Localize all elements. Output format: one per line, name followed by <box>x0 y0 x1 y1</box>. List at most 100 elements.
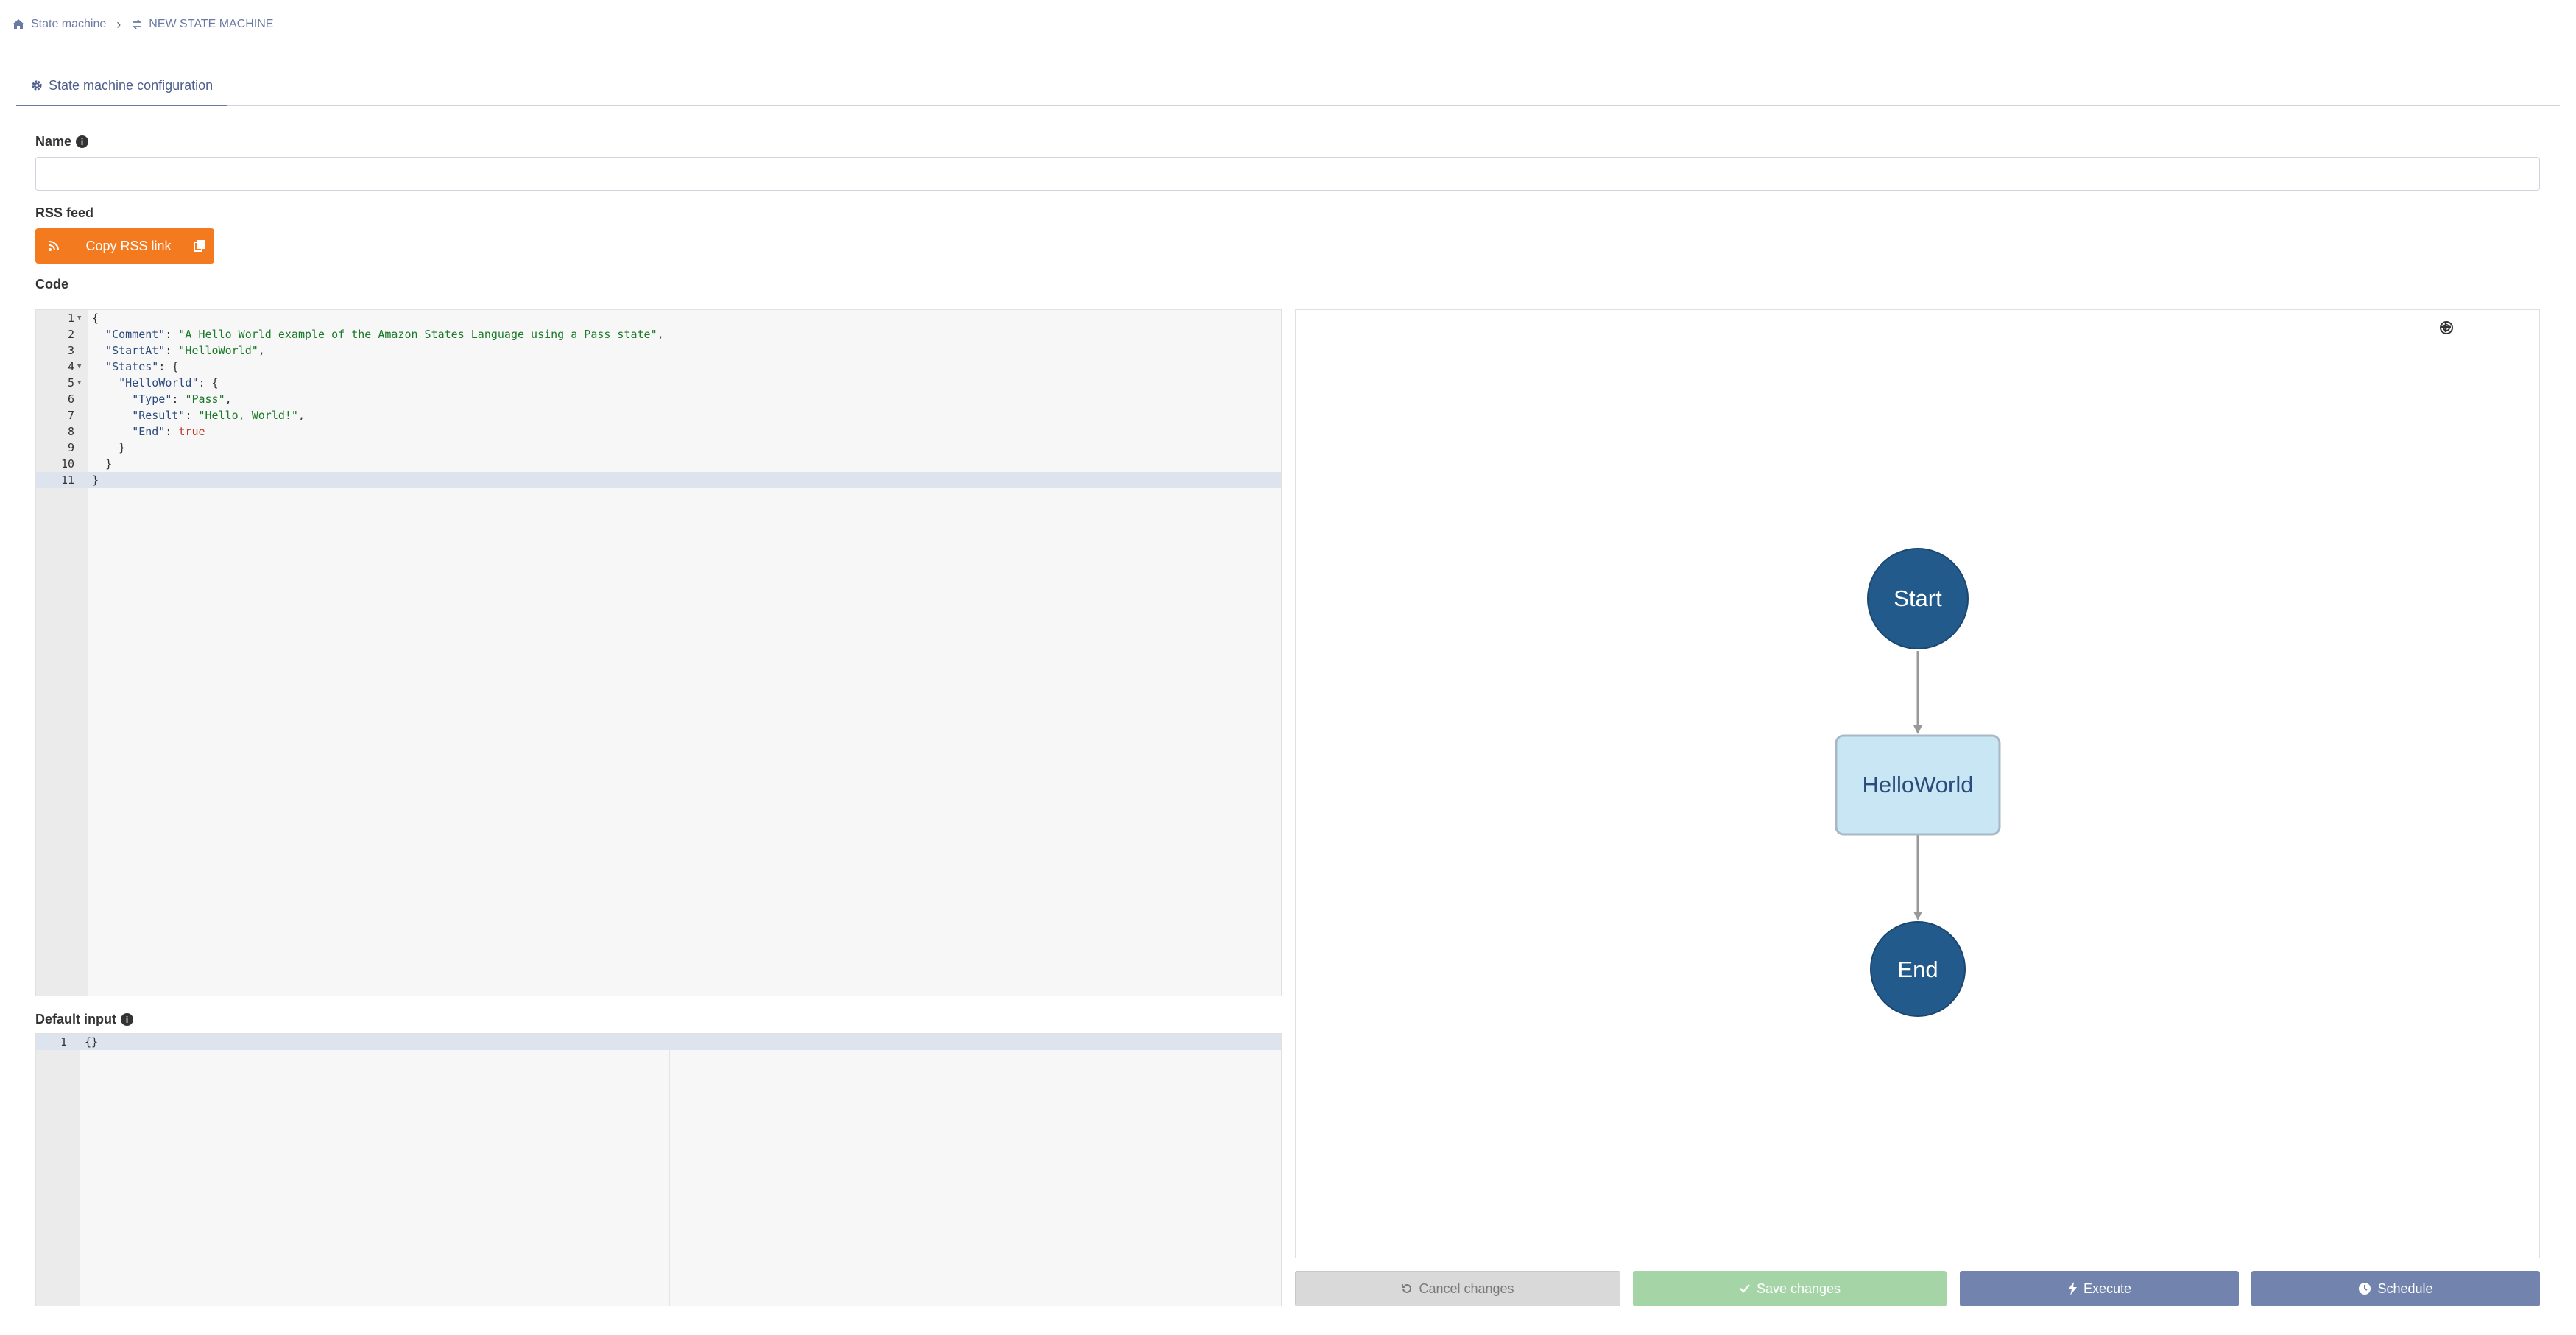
line-number: 9 <box>67 441 74 454</box>
copy-rss-link-label: Copy RSS link <box>85 238 172 253</box>
print-margin <box>669 1034 670 1306</box>
check-icon <box>1740 1284 1750 1293</box>
code-text: {} <box>85 1035 99 1049</box>
line-number: 7 <box>67 409 74 422</box>
helloworld-state-node[interactable]: HelloWorld <box>1835 734 2001 836</box>
json-key: "StartAt" <box>105 344 166 357</box>
state-machine-graph[interactable]: Start HelloWorld End <box>1295 309 2540 1258</box>
code-text: "End": true <box>132 425 205 438</box>
code-text: } <box>92 440 125 456</box>
save-changes-button[interactable]: Save changes <box>1633 1271 1947 1306</box>
line-number: 2 <box>67 328 74 341</box>
helloworld-node-label: HelloWorld <box>1862 772 1973 797</box>
json-key: "Type" <box>132 392 172 406</box>
fold-toggle-icon[interactable]: ▼ <box>77 375 81 391</box>
schedule-label: Schedule <box>2377 1281 2433 1296</box>
code-line: 6 "Type": "Pass", <box>36 391 1281 407</box>
clock-icon <box>2359 1283 2371 1295</box>
default-input-gutter <box>36 1034 80 1306</box>
tab-label: State machine configuration <box>49 77 214 93</box>
breadcrumb-separator: › <box>116 16 121 32</box>
code-line: 9 } <box>36 440 1281 456</box>
breadcrumb-current[interactable]: NEW STATE MACHINE <box>131 18 273 31</box>
line-number: 1 <box>67 311 74 325</box>
json-key: "Comment" <box>105 328 166 341</box>
start-node[interactable]: Start <box>1867 548 1969 649</box>
json-key: "States" <box>105 360 159 373</box>
line-number: 4 <box>67 360 74 373</box>
json-key: "End" <box>132 425 166 438</box>
line-number: 8 <box>67 425 74 438</box>
name-label: Name i <box>35 134 89 149</box>
rss-icon <box>35 240 72 252</box>
line-number: 1 <box>60 1035 67 1049</box>
code-label: Code <box>35 277 68 292</box>
save-changes-label: Save changes <box>1756 1281 1841 1296</box>
code-editor[interactable]: 1 ▼ { 2 "Comment": "A Hello World exampl… <box>35 309 1282 996</box>
line-number: 10 <box>60 457 74 471</box>
json-punct: } <box>105 457 113 471</box>
end-node[interactable]: End <box>1870 921 1966 1017</box>
tab-state-machine-configuration[interactable]: State machine configuration <box>16 66 228 106</box>
info-icon[interactable]: i <box>76 135 89 148</box>
exchange-icon <box>133 19 142 29</box>
end-node-label: End <box>1897 957 1938 982</box>
json-string: "A Hello World example of the Amazon Sta… <box>178 328 657 341</box>
code-text: "Type": "Pass", <box>132 392 232 406</box>
code-text: "HelloWorld": { <box>92 375 219 391</box>
code-line-active: 11 } <box>36 472 1281 488</box>
json-string: "Hello, World!" <box>198 409 298 422</box>
fold-toggle-icon[interactable]: ▼ <box>77 310 81 326</box>
code-line: 10 } <box>36 456 1281 472</box>
default-input-label: Default input i <box>35 1012 133 1027</box>
bolt-icon <box>2067 1282 2077 1295</box>
default-input-editor[interactable]: 1 {} <box>35 1033 1282 1306</box>
code-text: } <box>92 456 112 472</box>
breadcrumb-current-label: NEW STATE MACHINE <box>149 18 274 30</box>
json-boolean: true <box>178 425 205 438</box>
schedule-button[interactable]: Schedule <box>2251 1271 2540 1306</box>
home-icon <box>13 19 24 29</box>
line-number: 5 <box>67 376 74 390</box>
code-text: "States": { <box>92 359 178 375</box>
json-key: "HelloWorld" <box>119 376 199 390</box>
copy-rss-link-button[interactable]: Copy RSS link <box>35 228 214 264</box>
cancel-changes-button[interactable]: Cancel changes <box>1295 1271 1620 1306</box>
execute-button[interactable]: Execute <box>1960 1271 2239 1306</box>
line-number: 6 <box>67 392 74 406</box>
code-text: "StartAt": "HelloWorld", <box>105 344 265 357</box>
json-punct: } <box>119 441 126 454</box>
code-line: 3 "StartAt": "HelloWorld", <box>36 342 1281 359</box>
breadcrumb-home[interactable]: State machine <box>12 18 106 31</box>
code-line: 2 "Comment": "A Hello World example of t… <box>36 326 1281 342</box>
copy-icon <box>185 239 214 253</box>
info-icon[interactable]: i <box>121 1013 133 1026</box>
code-text: } <box>92 473 99 487</box>
json-key: "Result" <box>132 409 186 422</box>
name-label-text: Name <box>35 134 72 149</box>
code-line: 1 ▼ { <box>36 310 1281 326</box>
json-string: "Pass" <box>185 392 225 406</box>
code-line: 7 "Result": "Hello, World!", <box>36 407 1281 423</box>
gear-icon <box>32 80 42 91</box>
code-line-active: 1 {} <box>36 1034 1281 1050</box>
tab-bar: State machine configuration <box>16 66 2560 106</box>
fold-toggle-icon[interactable]: ▼ <box>77 359 81 375</box>
graph-canvas: Start HelloWorld End <box>1835 548 2001 1017</box>
code-line: 4 ▼ "States": { <box>36 359 1281 375</box>
json-punct: : { <box>158 360 179 373</box>
start-node-label: Start <box>1894 585 1942 611</box>
json-punct: : { <box>198 376 219 390</box>
line-number: 11 <box>60 473 74 487</box>
default-input-label-text: Default input <box>35 1012 116 1026</box>
code-line: 5 ▼ "HelloWorld": { <box>36 375 1281 391</box>
code-line: 8 "End": true <box>36 423 1281 440</box>
cancel-changes-label: Cancel changes <box>1419 1281 1514 1296</box>
execute-label: Execute <box>2083 1281 2132 1296</box>
breadcrumb-home-label: State machine <box>31 18 107 30</box>
breadcrumb: State machine › NEW STATE MACHINE <box>12 13 273 35</box>
name-input[interactable] <box>35 157 2540 191</box>
code-text: "Comment": "A Hello World example of the… <box>105 328 664 341</box>
code-text: "Result": "Hello, World!", <box>132 409 305 422</box>
undo-icon <box>1402 1284 1412 1293</box>
